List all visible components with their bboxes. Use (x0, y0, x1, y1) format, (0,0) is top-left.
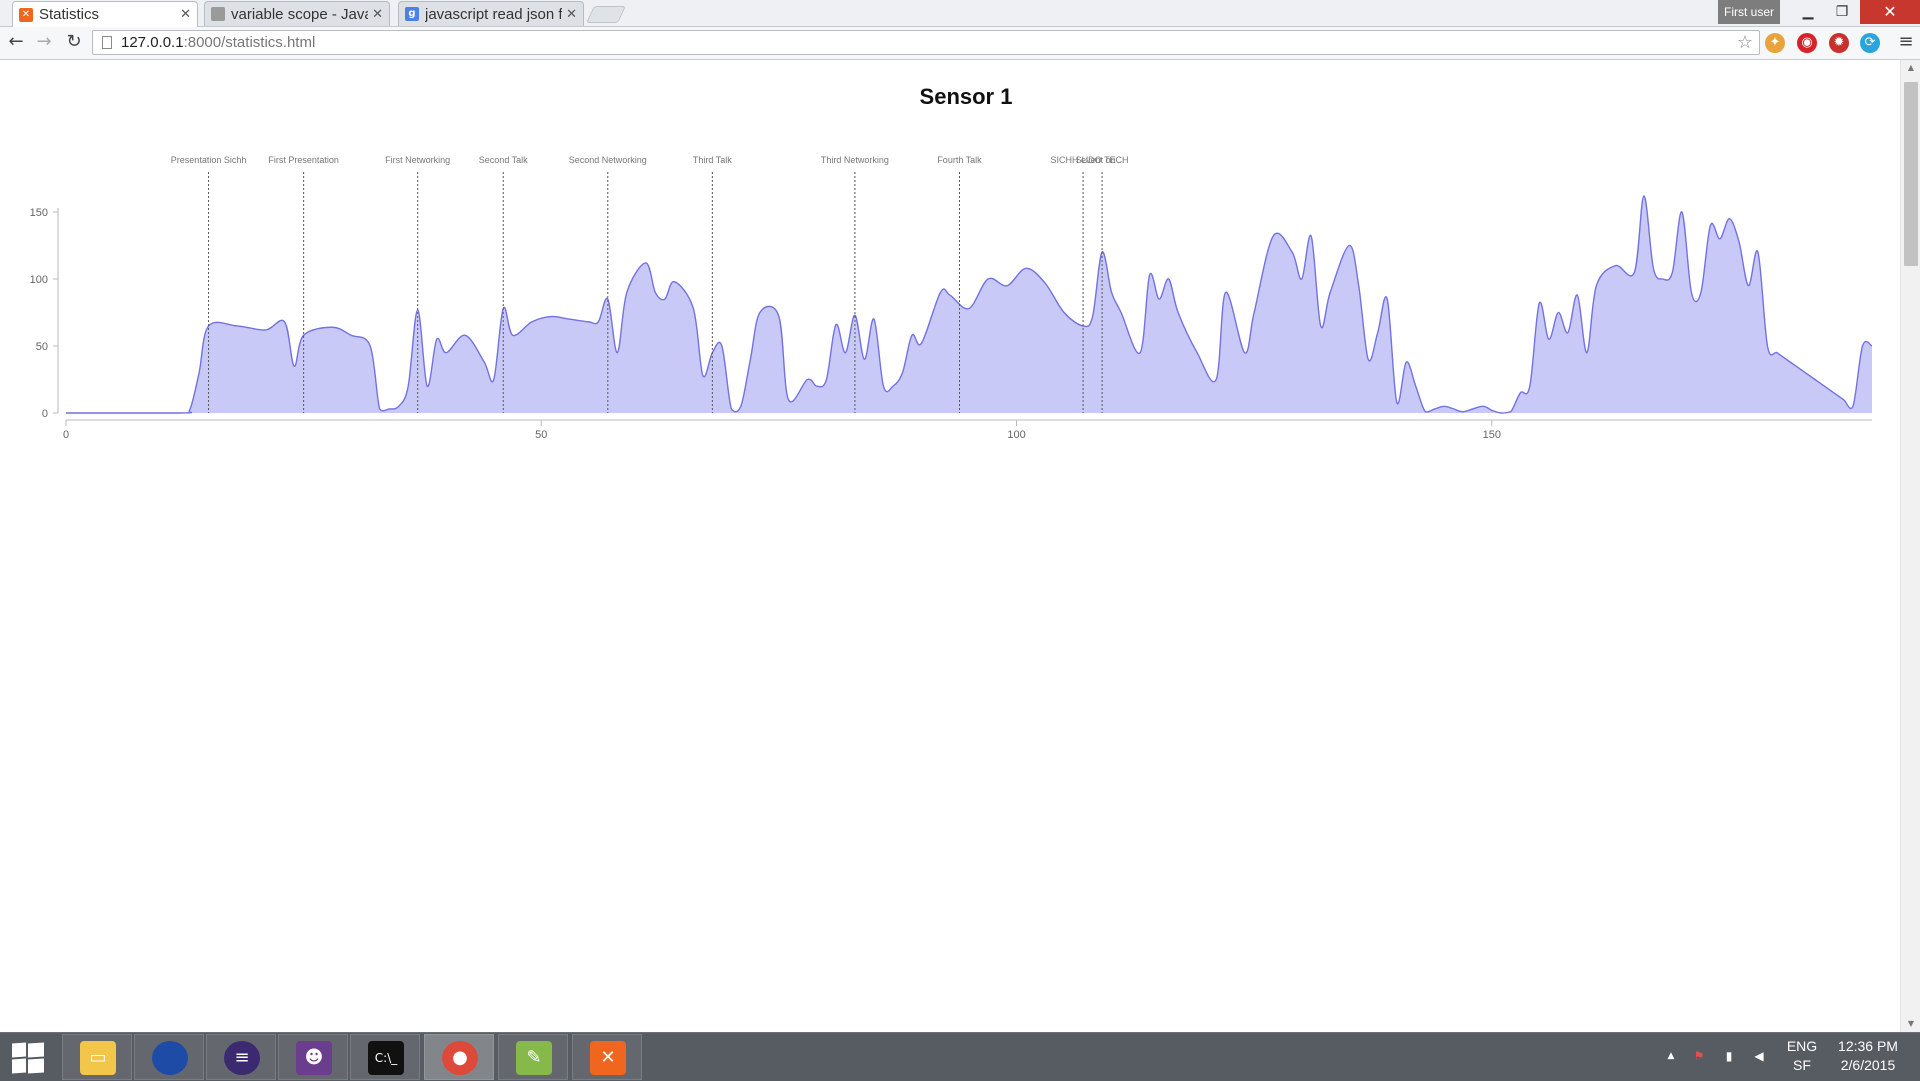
eclipse-icon: ≡ (224, 1041, 260, 1075)
bookmark-star-icon[interactable]: ☆ (1737, 31, 1753, 54)
vertical-scrollbar[interactable]: ▲ ▼ (1900, 60, 1920, 1032)
y-tick-label: 100 (30, 274, 48, 286)
tab-label: Statistics (39, 6, 100, 23)
taskbar-github[interactable]: ☻ (278, 1034, 348, 1080)
show-hidden-icons-icon[interactable]: ▲ (1662, 1047, 1680, 1065)
event-marker-label: SUDO TECH (1076, 155, 1129, 165)
close-icon[interactable]: ✕ (180, 7, 191, 22)
close-icon[interactable]: ✕ (372, 7, 383, 22)
clock-time[interactable]: 12:36 PM (1826, 1038, 1910, 1054)
xampp-icon: ✕ (19, 7, 33, 22)
close-icon[interactable]: ✕ (566, 7, 577, 22)
menu-icon[interactable]: ≡ (1896, 30, 1916, 54)
restore-icon[interactable]: ❐ (1824, 0, 1860, 24)
share-icon[interactable]: ⟳ (1860, 33, 1880, 53)
x-tick-label: 50 (535, 429, 547, 441)
event-marker-label: First Presentation (268, 155, 339, 165)
profile-badge[interactable]: First user (1718, 0, 1780, 24)
xampp-icon: ✕ (590, 1041, 626, 1075)
google-icon: g (405, 7, 419, 21)
tab-javascript-read-json[interactable]: g javascript read json f ✕ (398, 1, 584, 26)
taskbar-xampp[interactable]: ✕ (572, 1034, 642, 1080)
terminal-icon: C:\_ (368, 1041, 404, 1075)
x-tick-label: 0 (63, 429, 69, 441)
new-tab-button[interactable] (586, 6, 626, 23)
volume-icon[interactable]: ◀ (1750, 1047, 1768, 1065)
extension-icon[interactable]: ✦ (1765, 33, 1785, 53)
y-tick-label: 150 (30, 207, 48, 219)
adblock-icon[interactable]: ◉ (1797, 33, 1817, 53)
stackoverflow-icon (211, 7, 225, 21)
taskbar-command-prompt[interactable]: C:\_ (350, 1034, 420, 1080)
language-indicator[interactable]: ENG (1782, 1038, 1822, 1054)
tab-label: variable scope - Java (231, 5, 369, 23)
event-marker-label: Presentation Sichh (171, 155, 247, 165)
taskbar-sphere-app[interactable] (134, 1034, 204, 1080)
sensor-area-fill (66, 195, 1872, 413)
window-close-icon[interactable]: ✕ (1860, 0, 1920, 24)
reload-icon[interactable]: ↻ (62, 30, 86, 54)
action-center-flag-icon[interactable]: ⚑ (1690, 1047, 1708, 1065)
url-host: 127.0.0.1 (121, 34, 184, 51)
tab-label: javascript read json f (425, 5, 563, 23)
event-marker-label: First Networking (385, 155, 450, 165)
browser-toolbar: ← → ↻ 127.0.0.1:8000/statistics.html ☆ ✦… (0, 27, 1920, 60)
github-icon: ☻ (296, 1041, 332, 1075)
network-signal-icon[interactable]: ▮ (1720, 1047, 1738, 1065)
x-tick-label: 150 (1483, 429, 1501, 441)
windows-start-icon[interactable] (12, 1042, 44, 1074)
page-icon (102, 36, 112, 49)
taskbar-eclipse[interactable]: ≡ (206, 1034, 276, 1080)
minimize-icon[interactable]: ▁ (1790, 0, 1826, 24)
chrome-icon: ● (442, 1041, 478, 1075)
forward-arrow-icon[interactable]: → (32, 30, 56, 54)
event-marker-label: Second Networking (569, 155, 647, 165)
taskbar-notepad-plus[interactable]: ✎ (498, 1034, 568, 1080)
event-marker-label: Fourth Talk (937, 155, 982, 165)
clock-date[interactable]: 2/6/2015 (1826, 1057, 1910, 1073)
sensor-area-chart: 0 50 100 150 0 50 100 150 Presentation Sichh Firs… (30, 155, 1873, 441)
scroll-down-icon[interactable]: ▼ (1901, 1016, 1920, 1032)
gear-extension-icon[interactable]: ✹ (1829, 33, 1849, 53)
address-bar[interactable]: 127.0.0.1:8000/statistics.html ☆ (92, 30, 1760, 55)
x-tick-label: 100 (1007, 429, 1025, 441)
event-marker-label: Second Talk (479, 155, 528, 165)
taskbar-file-explorer[interactable]: ▭ (62, 1034, 132, 1080)
notepad-icon: ✎ (516, 1041, 552, 1075)
scroll-thumb[interactable] (1904, 82, 1918, 266)
sphere-icon (152, 1041, 188, 1075)
back-arrow-icon[interactable]: ← (4, 30, 28, 54)
folder-icon: ▭ (80, 1041, 116, 1075)
scroll-up-icon[interactable]: ▲ (1901, 60, 1920, 76)
taskbar-chrome[interactable]: ● (424, 1034, 494, 1080)
event-marker-label: Third Talk (693, 155, 732, 165)
windows-taskbar: ▭ ≡ ☻ C:\_ ● ✎ ✕ ▲ ⚑ ▮ ◀ ENG SF 12:36 PM… (0, 1032, 1920, 1081)
browser-titlebar: ✕ Statistics ✕ variable scope - Java ✕ g… (0, 0, 1920, 27)
url-path: :8000/statistics.html (183, 34, 316, 51)
y-tick-label: 50 (36, 341, 48, 353)
page-viewport: Sensor 1 0 50 100 150 0 50 100 150 Presentation … (0, 60, 1920, 1032)
tab-statistics[interactable]: ✕ Statistics ✕ (12, 1, 198, 27)
event-marker-label: Third Networking (821, 155, 889, 165)
tab-variable-scope[interactable]: variable scope - Java ✕ (204, 1, 390, 26)
y-tick-label: 0 (42, 408, 48, 420)
keyboard-layout[interactable]: SF (1782, 1057, 1822, 1073)
